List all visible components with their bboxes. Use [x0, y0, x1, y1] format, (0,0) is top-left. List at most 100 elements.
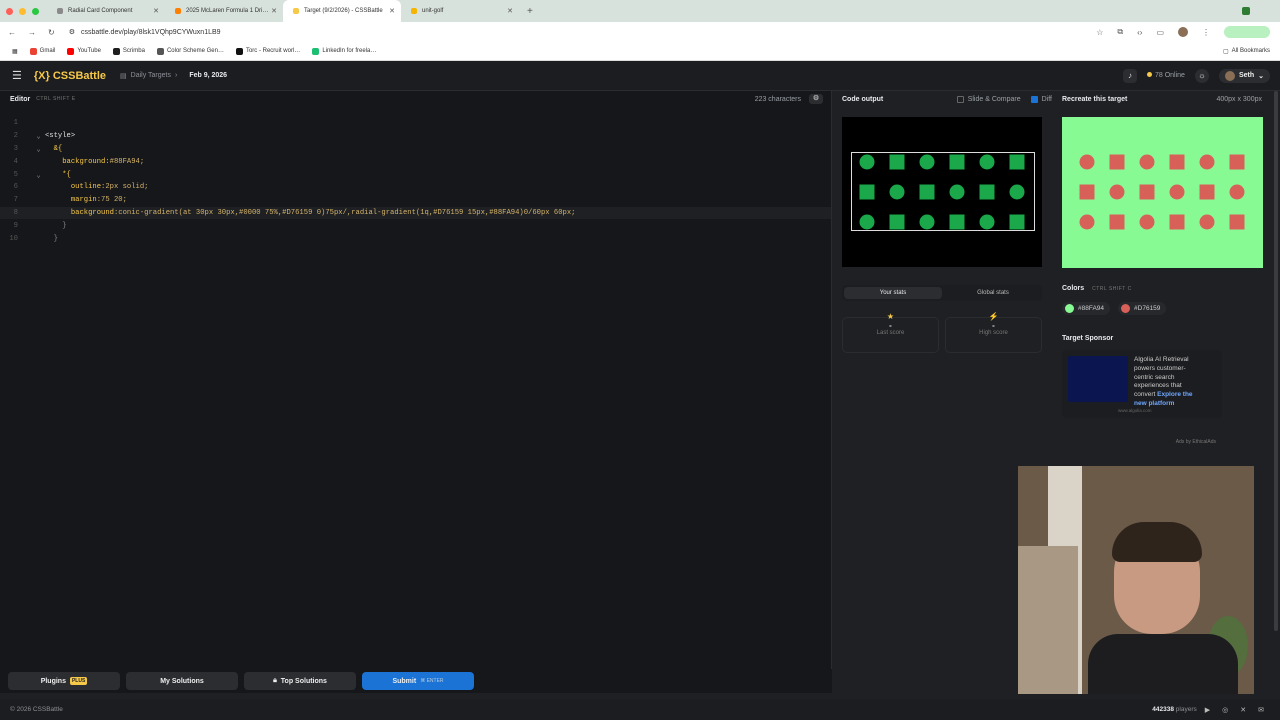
code-line[interactable]: 6 outline:2px solid;: [0, 181, 831, 194]
webcam-overlay: [1018, 466, 1254, 694]
close-tab-icon[interactable]: ✕: [153, 7, 159, 15]
submit-button[interactable]: Submit ⌘ ENTER: [362, 672, 474, 690]
code-line[interactable]: 1: [0, 117, 831, 130]
code-token: &{: [53, 144, 63, 153]
bookmark-item[interactable]: Torc - Recruit worl…: [235, 47, 300, 55]
browser-tab[interactable]: 2025 McLaren Formula 1 Dri… ✕: [165, 0, 283, 22]
close-tab-icon[interactable]: ✕: [507, 7, 513, 15]
color-scheme-icon: [156, 47, 164, 55]
url-input[interactable]: cssbattle.dev/play/8lsk1VQhp9CYWuxn1LB9: [81, 29, 221, 36]
theme-toggle-icon[interactable]: ☼: [1194, 68, 1209, 83]
circle-shape: [1139, 214, 1155, 230]
folder-icon: ▢: [1222, 48, 1229, 55]
all-bookmarks-label: All Bookmarks: [1231, 48, 1270, 54]
colors-section: Colors CTRL SHIFT C #88FA94 #D76159: [1062, 285, 1167, 315]
sponsor-title: Target Sponsor: [1062, 335, 1114, 342]
close-window-button[interactable]: [6, 7, 13, 15]
browser-tab[interactable]: Radial Card Component ✕: [47, 0, 165, 22]
code-token: <style>: [44, 132, 76, 141]
color-swatch[interactable]: #88FA94: [1062, 302, 1111, 315]
extension-icon[interactable]: [1242, 7, 1250, 15]
browser-tab-active[interactable]: Target (9/2/2026) - CSSBattle ✕: [283, 0, 401, 22]
copyright: © 2026 CSSBattle: [10, 706, 63, 713]
bookmark-item[interactable]: LinkedIn for freela…: [312, 47, 377, 55]
close-tab-icon[interactable]: ✕: [389, 7, 395, 15]
code-line[interactable]: 7 margin:75 20;: [0, 194, 831, 207]
slide-compare-checkbox[interactable]: [956, 95, 964, 103]
line-number: 9: [13, 221, 18, 230]
code-line[interactable]: 3 ⌄ &{: [0, 143, 831, 156]
ad-url: www.algolia.com: [1118, 408, 1152, 413]
code-editor[interactable]: 12 ⌄ <style> 3 ⌄ &{4 background:#88FA94; 5…: [0, 117, 831, 245]
user-menu[interactable]: Seth ⌄: [1218, 68, 1270, 83]
window-controls[interactable]: [6, 7, 39, 15]
my-solutions-button[interactable]: My Solutions: [126, 672, 238, 690]
code-line[interactable]: 8 background:conic-gradient(at 30px 30px…: [0, 206, 831, 220]
maximize-window-button[interactable]: [32, 7, 39, 15]
new-tab-button[interactable]: +: [527, 6, 533, 17]
site-info-icon[interactable]: ⚙: [69, 28, 75, 36]
slide-compare-toggle[interactable]: Slide & Compare: [956, 95, 1021, 103]
update-indicator[interactable]: [1224, 26, 1270, 38]
breadcrumb-daily-targets[interactable]: Daily Targets: [131, 72, 171, 79]
code-line[interactable]: 2 ⌄ <style>: [0, 130, 831, 143]
back-icon[interactable]: ←: [8, 28, 16, 37]
close-tab-icon[interactable]: ✕: [271, 7, 277, 15]
square-shape: [1139, 184, 1155, 200]
sponsor-ad[interactable]: Algolia AI Retrieval powers customer-cen…: [1062, 350, 1222, 418]
bookmark-item[interactable]: Color Scheme Gen…: [156, 47, 224, 55]
ads-by[interactable]: Ads by EthicalAds: [1062, 439, 1216, 445]
editor-settings-gear-icon[interactable]: ⚙: [809, 94, 823, 104]
discord-social-icon[interactable]: ◎: [1222, 706, 1228, 714]
players-number: 442338: [1152, 706, 1174, 713]
bookmark-item[interactable]: Gmail: [29, 47, 55, 55]
bookmark-label: LinkedIn for freela…: [322, 48, 377, 54]
line-number: 2: [13, 132, 18, 141]
colors-shortcut: CTRL SHIFT C: [1092, 286, 1132, 292]
code-token: }: [32, 234, 58, 243]
bookmark-item[interactable]: YouTube: [67, 47, 101, 55]
cast-icon[interactable]: ▭: [1156, 28, 1164, 37]
bookmark-item[interactable]: Scrimba: [112, 47, 145, 55]
x-social-icon[interactable]: ✕: [1240, 706, 1246, 714]
logo[interactable]: {X} CSSBattle: [34, 70, 106, 82]
code-line[interactable]: 10 }: [0, 232, 831, 245]
online-count: 78 Online: [1146, 72, 1185, 79]
code-output-title: Code output: [842, 95, 884, 103]
circle-shape: [1199, 154, 1215, 170]
top-solutions-button[interactable]: 🔒︎ Top Solutions: [244, 672, 356, 690]
line-number: 5: [13, 170, 18, 179]
all-bookmarks[interactable]: ▢ All Bookmarks: [1223, 48, 1270, 55]
plus-badge: PLUS: [69, 677, 88, 685]
page-scrollbar[interactable]: [1274, 91, 1278, 631]
browser-tab[interactable]: unit-golf ✕: [401, 0, 519, 22]
color-swatch[interactable]: #D76159: [1118, 302, 1167, 315]
hamburger-menu-icon[interactable]: ☰: [12, 69, 22, 82]
target-image[interactable]: [1062, 117, 1263, 268]
more-menu-icon[interactable]: ⋮: [1202, 28, 1210, 37]
reload-icon[interactable]: ↻: [48, 28, 55, 37]
plugins-button[interactable]: Plugins PLUS: [8, 672, 120, 690]
bookmark-star-icon[interactable]: ☆: [1096, 28, 1103, 37]
editor-shortcut: CTRL SHIFT E: [36, 96, 76, 102]
circle-shape: [1199, 214, 1215, 230]
mail-social-icon[interactable]: ✉: [1258, 706, 1264, 714]
diff-checkbox[interactable]: [1030, 95, 1038, 103]
minimize-window-button[interactable]: [19, 7, 26, 15]
extensions-icon[interactable]: ⧉: [1117, 27, 1123, 37]
last-score-value: -: [889, 321, 892, 330]
tab-global-stats[interactable]: Global stats: [944, 285, 1042, 301]
code-line[interactable]: 5 ⌄ *{: [0, 168, 831, 181]
color-hex: #88FA94: [1078, 305, 1105, 312]
code-line[interactable]: 9 }: [0, 219, 831, 232]
apps-icon[interactable]: ▦: [12, 48, 18, 55]
code-line[interactable]: 4 background:#88FA94;: [0, 155, 831, 168]
code-icon[interactable]: ‹›: [1137, 28, 1142, 37]
tab-your-stats[interactable]: Your stats: [844, 287, 942, 299]
profile-avatar[interactable]: [1178, 27, 1188, 37]
diff-toggle[interactable]: Diff: [1030, 95, 1052, 103]
youtube-social-icon[interactable]: ▶: [1205, 706, 1210, 714]
tab-title: 2025 McLaren Formula 1 Dri…: [186, 8, 269, 14]
forward-icon[interactable]: →: [28, 28, 36, 37]
notifications-bell-icon[interactable]: ♪: [1122, 68, 1137, 83]
